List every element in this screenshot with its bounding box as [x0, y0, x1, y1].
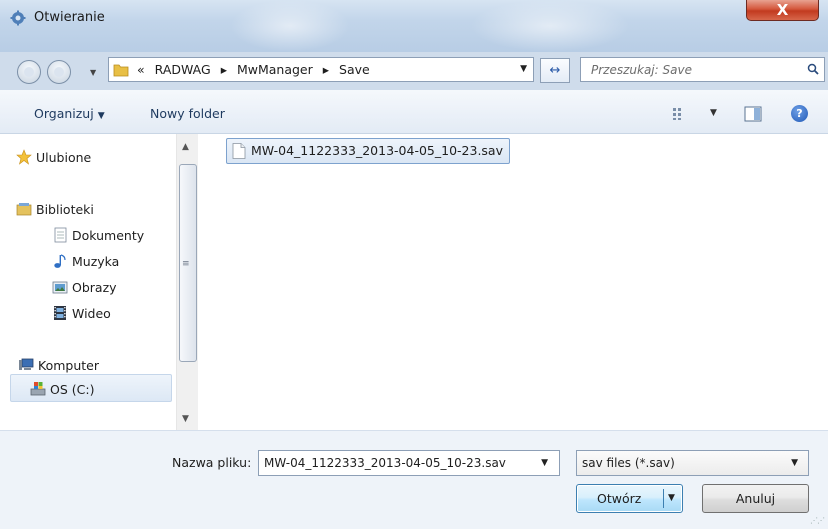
sidebar-item-drive-c[interactable]: OS (C:) [30, 382, 95, 397]
new-folder-button[interactable]: Nowy folder [150, 106, 225, 121]
sidebar-item-label: Dokumenty [72, 228, 145, 243]
folder-icon [113, 64, 129, 77]
sidebar-item-videos[interactable]: Wideo [54, 306, 111, 321]
navigation-pane: Ulubione Biblioteki Dokumenty Muzyka Obr… [0, 134, 176, 430]
address-dropdown-icon[interactable]: ▼ [520, 64, 527, 74]
breadcrumb-separator-icon[interactable]: ▸ [323, 62, 329, 77]
recent-locations-chevron-icon[interactable]: ▼ [90, 68, 96, 77]
filename-chevron-down-icon[interactable]: ▼ [541, 458, 548, 468]
title-bar: Otwieranie X [0, 0, 828, 52]
navigation-scrollbar[interactable]: ▲ ≡ ▼ [176, 134, 198, 430]
close-button[interactable]: X [746, 0, 819, 21]
window-title: Otwieranie [34, 10, 105, 25]
filename-combobox[interactable]: ▼ [258, 450, 560, 476]
file-item[interactable]: MW-04_1122333_2013-04-05_10-23.sav [226, 138, 510, 164]
organize-label: Organizuj [34, 106, 94, 121]
sidebar-item-libraries[interactable]: Biblioteki [16, 202, 94, 217]
back-button[interactable] [17, 60, 41, 84]
filetype-chevron-down-icon: ▼ [791, 458, 798, 468]
filetype-value: sav files (*.sav) [582, 456, 675, 470]
sidebar-item-computer[interactable]: Komputer [19, 358, 99, 373]
breadcrumb-radwag[interactable]: RADWAG [155, 62, 211, 77]
star-icon [16, 149, 32, 165]
sidebar-item-label: Wideo [72, 306, 111, 321]
documents-icon [54, 227, 67, 243]
refresh-button[interactable]: ↔ [540, 58, 570, 83]
navigation-row: ▼ « RADWAG ▸ MwManager ▸ Save ▼ ↔ [0, 52, 828, 90]
organize-chevron-down-icon: ▼ [97, 111, 105, 121]
view-options-chevron-down-icon[interactable]: ▼ [710, 108, 717, 118]
open-button[interactable]: Otwórz ▼ [576, 484, 683, 513]
organize-button[interactable]: Organizuj ▼ [34, 106, 105, 121]
search-box[interactable] [580, 57, 825, 82]
search-icon[interactable] [807, 63, 819, 75]
sidebar-item-pictures[interactable]: Obrazy [52, 280, 117, 295]
view-options-icon[interactable] [672, 107, 688, 121]
open-split-divider [663, 489, 664, 508]
open-button-label: Otwórz [597, 491, 642, 506]
breadcrumb-save[interactable]: Save [339, 62, 370, 77]
music-icon [54, 254, 66, 268]
sidebar-item-label: Komputer [38, 358, 99, 373]
search-input[interactable] [581, 58, 806, 81]
app-gear-icon [10, 10, 26, 26]
sidebar-item-documents[interactable]: Dokumenty [54, 227, 145, 243]
open-options-chevron-down-icon[interactable]: ▼ [668, 493, 675, 503]
pictures-icon [52, 281, 68, 294]
dialog-footer: Nazwa pliku: ▼ sav files (*.sav) ▼ Otwór… [0, 430, 828, 529]
sidebar-item-music[interactable]: Muzyka [54, 254, 120, 269]
breadcrumb: « RADWAG ▸ MwManager ▸ Save [137, 62, 376, 77]
sidebar-item-favorites[interactable]: Ulubione [16, 149, 92, 165]
sidebar-item-label: Ulubione [36, 150, 92, 165]
help-icon[interactable]: ? [791, 105, 808, 122]
filename-field[interactable] [259, 451, 534, 475]
sidebar-item-label: Obrazy [72, 280, 117, 295]
scroll-grip-icon: ≡ [182, 259, 190, 269]
close-icon: X [776, 1, 789, 19]
cancel-button[interactable]: Anuluj [702, 484, 809, 513]
preview-pane-icon[interactable] [744, 106, 762, 122]
drive-icon [30, 382, 46, 396]
breadcrumb-mwmanager[interactable]: MwManager [237, 62, 313, 77]
sidebar-item-label: Muzyka [72, 254, 120, 269]
file-name: MW-04_1122333_2013-04-05_10-23.sav [251, 143, 503, 158]
refresh-icon: ↔ [549, 63, 561, 78]
filetype-select[interactable]: sav files (*.sav) ▼ [576, 450, 809, 476]
command-bar: Organizuj ▼ Nowy folder ▼ ? [0, 90, 828, 134]
scroll-up-arrow-icon[interactable]: ▲ [182, 142, 189, 152]
sidebar-item-label: Biblioteki [36, 202, 94, 217]
breadcrumb-separator-icon[interactable]: ▸ [221, 62, 227, 77]
content-area: Ulubione Biblioteki Dokumenty Muzyka Obr… [0, 134, 828, 430]
video-icon [54, 306, 66, 320]
scroll-down-arrow-icon[interactable]: ▼ [182, 414, 189, 424]
address-bar[interactable]: « RADWAG ▸ MwManager ▸ Save ▼ [108, 57, 534, 82]
computer-icon [19, 358, 34, 370]
filename-label: Nazwa pliku: [172, 455, 252, 470]
resize-grip-icon[interactable]: ⋰⋰ [810, 516, 825, 525]
breadcrumb-overflow[interactable]: « [137, 62, 145, 77]
open-file-dialog: Otwieranie X ▼ « RADWAG ▸ MwManager ▸ Sa… [0, 0, 828, 529]
library-icon [16, 203, 32, 216]
file-icon [232, 143, 246, 159]
file-list: MW-04_1122333_2013-04-05_10-23.sav [199, 134, 828, 430]
forward-button[interactable] [47, 60, 71, 84]
sidebar-item-label: OS (C:) [50, 382, 95, 397]
